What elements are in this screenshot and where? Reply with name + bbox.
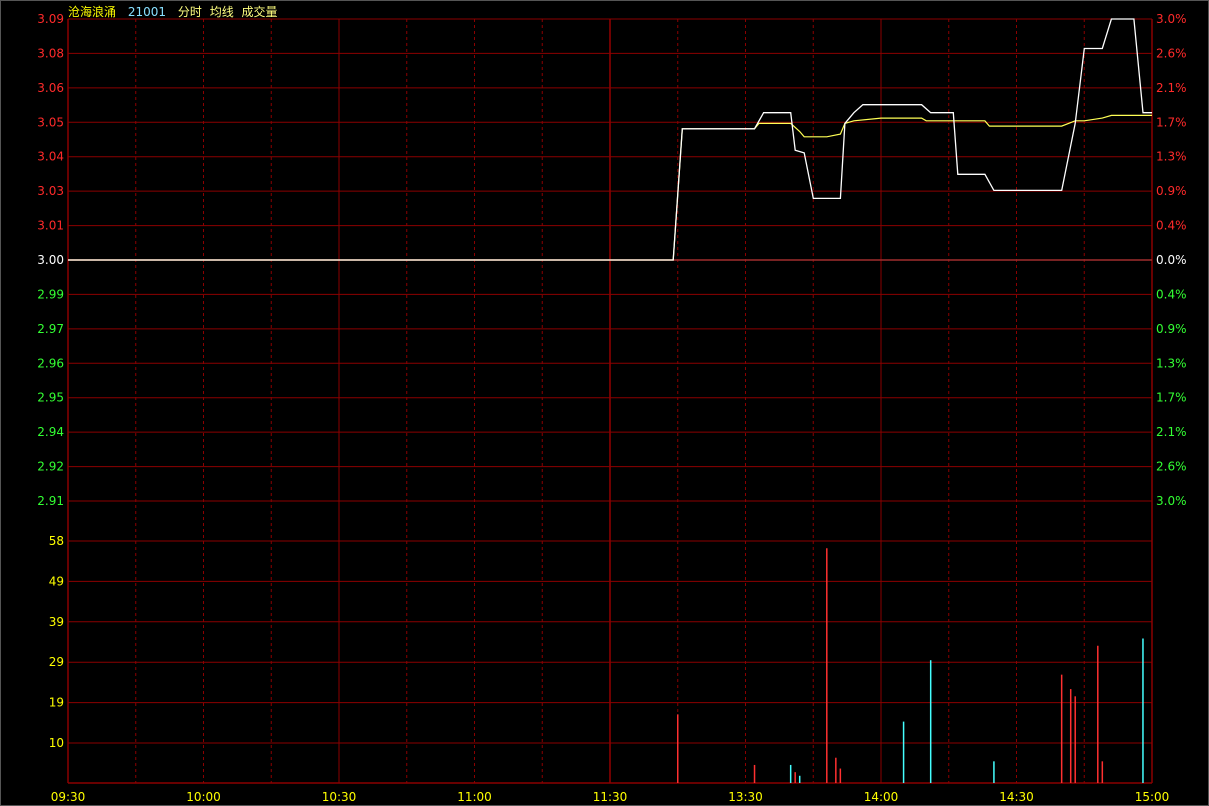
price-tick-label: 2.96 xyxy=(37,356,64,370)
volume-tick-label: 29 xyxy=(49,655,64,669)
volume-tick-label: 39 xyxy=(49,615,64,629)
price-tick-label: 2.99 xyxy=(37,287,64,301)
time-label: 10:30 xyxy=(322,790,357,804)
volume-bars xyxy=(677,548,1144,783)
volume-tick-label: 19 xyxy=(49,696,64,710)
price-tick-label: 3.05 xyxy=(37,115,64,129)
percent-tick-label: 3.0% xyxy=(1156,494,1187,508)
volume-tick-label: 58 xyxy=(49,534,64,548)
price-tick-label: 2.94 xyxy=(37,425,64,439)
percent-tick-label: 1.7% xyxy=(1156,115,1187,129)
time-label: 10:00 xyxy=(186,790,221,804)
percent-tick-label: 0.0% xyxy=(1156,253,1187,267)
price-tick-label: 2.92 xyxy=(37,460,64,474)
price-tick-label: 3.03 xyxy=(37,184,64,198)
percent-tick-label: 0.9% xyxy=(1156,184,1187,198)
intraday-chart[interactable]: 3.09 3.0% 3.08 2.6% 3.06 2.1% 3.05 1.7% 3.04 1.3%… xyxy=(0,0,1209,806)
percent-tick-label: 0.9% xyxy=(1156,322,1187,336)
percent-tick-label: 2.6% xyxy=(1156,460,1187,474)
price-tick-label: 2.95 xyxy=(37,391,64,405)
percent-tick-label: 2.1% xyxy=(1156,81,1187,95)
volume-tick-label: 49 xyxy=(49,574,64,588)
price-tick-label: 2.97 xyxy=(37,322,64,336)
percent-tick-label: 2.6% xyxy=(1156,46,1187,60)
time-label: 11:30 xyxy=(593,790,628,804)
time-label: 14:00 xyxy=(864,790,899,804)
percent-tick-label: 1.3% xyxy=(1156,150,1187,164)
price-tick-label: 3.00 xyxy=(37,253,64,267)
time-label: 15:00 xyxy=(1135,790,1170,804)
price-tick-label: 3.01 xyxy=(37,219,64,233)
volume-tick-label: 10 xyxy=(49,736,64,750)
price-tick-label: 2.91 xyxy=(37,494,64,508)
price-tick-label: 3.09 xyxy=(37,12,64,26)
axis-labels: 3.09 3.0% 3.08 2.6% 3.06 2.1% 3.05 1.7% 3.04 1.3%… xyxy=(37,12,1186,804)
grid-lines xyxy=(67,18,1153,784)
price-tick-label: 3.08 xyxy=(37,46,64,60)
price-tick-label: 3.04 xyxy=(37,150,64,164)
time-label: 13:30 xyxy=(728,790,763,804)
percent-tick-label: 0.4% xyxy=(1156,287,1187,301)
percent-tick-label: 1.7% xyxy=(1156,391,1187,405)
price-tick-label: 3.06 xyxy=(37,81,64,95)
time-label: 09:30 xyxy=(51,790,86,804)
time-label: 14:30 xyxy=(999,790,1034,804)
time-label: 11:00 xyxy=(457,790,492,804)
percent-tick-label: 0.4% xyxy=(1156,219,1187,233)
percent-tick-label: 3.0% xyxy=(1156,12,1187,26)
percent-tick-label: 2.1% xyxy=(1156,425,1187,439)
percent-tick-label: 1.3% xyxy=(1156,356,1187,370)
